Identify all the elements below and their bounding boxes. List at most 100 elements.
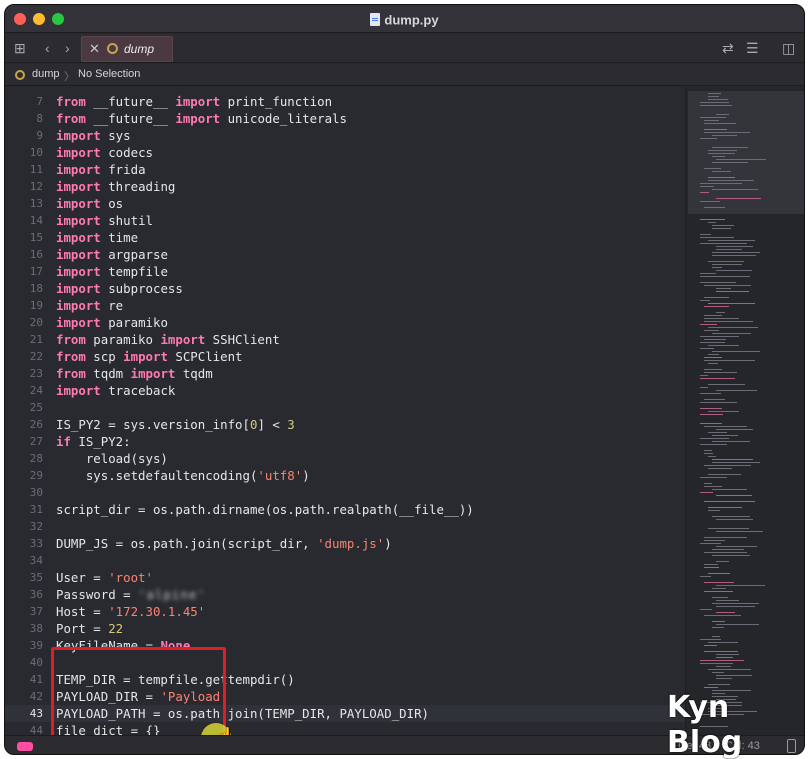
code-line[interactable]: import threading <box>56 178 175 195</box>
line-number: 40 <box>29 656 43 669</box>
minimap-line <box>700 138 717 139</box>
minimap-line <box>716 291 749 292</box>
code-line[interactable]: import argparse <box>56 246 168 263</box>
code-line[interactable]: Host = '172.30.1.45' <box>56 603 205 620</box>
split-editor-icon[interactable]: ◫ <box>782 40 795 56</box>
minimap-line <box>700 342 725 343</box>
minimap-viewport[interactable] <box>688 91 804 214</box>
code-token: import <box>56 162 101 177</box>
code-line[interactable]: DUMP_JS = os.path.join(script_dir, 'dump… <box>56 535 392 552</box>
minimap[interactable] <box>685 87 804 735</box>
code-token: argparse <box>100 247 168 262</box>
code-token: SSHClient <box>205 332 280 347</box>
code-line[interactable]: sys.setdefaultencoding('utf8') <box>56 467 310 484</box>
line-number: 11 <box>29 163 43 176</box>
code-line[interactable]: script_dir = os.path.dirname(os.path.rea… <box>56 501 474 518</box>
code-line[interactable]: from scp import SCPClient <box>56 348 243 365</box>
minimap-line <box>700 276 750 277</box>
code-token: import <box>56 145 101 160</box>
code-line[interactable]: import subprocess <box>56 280 183 297</box>
code-line[interactable]: import tempfile <box>56 263 168 280</box>
code-line[interactable]: import time <box>56 229 138 246</box>
editor-options-icon[interactable]: ☰ <box>746 40 759 56</box>
code-token: import <box>56 196 101 211</box>
minimap-line <box>700 282 736 283</box>
code-token: tqdm <box>175 366 213 381</box>
breakpoint-toggle-icon[interactable] <box>17 742 33 751</box>
code-line[interactable]: import shutil <box>56 212 153 229</box>
minimap-line <box>708 93 721 94</box>
jumpbar-selection[interactable]: No Selection <box>78 68 140 80</box>
code-line[interactable]: IS_PY2 = sys.version_info[0] < 3 <box>56 416 295 433</box>
code-token: shutil <box>100 213 153 228</box>
line-number: 32 <box>29 520 43 533</box>
code-token: from <box>56 349 86 364</box>
line-number: 44 <box>29 724 43 735</box>
code-line[interactable]: import codecs <box>56 144 153 161</box>
grid-icon[interactable]: ⊞ <box>14 40 26 56</box>
minimap-line <box>716 270 752 271</box>
minimap-line <box>708 507 742 508</box>
code-line[interactable]: import os <box>56 195 123 212</box>
code-line[interactable]: import traceback <box>56 382 175 399</box>
minimap-line <box>708 528 749 529</box>
code-line[interactable]: from __future__ import unicode_literals <box>56 110 347 127</box>
minimap-line <box>716 312 725 313</box>
tab-dump[interactable]: ✕ dump <box>81 36 173 62</box>
code-token: import <box>130 366 176 381</box>
code-line[interactable]: import frida <box>56 161 146 178</box>
minimap-line <box>708 411 739 412</box>
minimap-line <box>704 645 717 646</box>
code-line[interactable]: Port = 22 <box>56 620 123 637</box>
close-tab-icon[interactable]: ✕ <box>89 41 100 57</box>
code-token: Port = <box>56 621 109 636</box>
code-token: 'root' <box>108 570 153 585</box>
minimap-line <box>700 237 734 238</box>
minimap-line <box>708 642 738 643</box>
code-line[interactable]: import re <box>56 297 123 314</box>
code-token: print_function <box>220 94 333 109</box>
minimap-line <box>708 510 720 511</box>
minimap-line <box>704 360 755 361</box>
code-token: tqdm <box>85 366 131 381</box>
swap-icon[interactable]: ⇄ <box>722 40 734 56</box>
line-number: 10 <box>29 146 43 159</box>
code-token: time <box>100 230 139 245</box>
minimap-line <box>712 462 760 463</box>
line-number: 19 <box>29 299 43 312</box>
minimap-line <box>716 675 752 676</box>
minimap-line <box>708 222 716 223</box>
line-number: 23 <box>29 367 43 380</box>
minimap-line <box>708 363 718 364</box>
back-chevron-icon[interactable]: ‹ <box>45 40 50 56</box>
minimap-line <box>704 450 712 451</box>
code-line[interactable]: from paramiko import SSHClient <box>56 331 280 348</box>
line-number: 21 <box>29 333 43 346</box>
title-bar: dump.py <box>5 5 804 33</box>
code-line[interactable]: User = 'root' <box>56 569 153 586</box>
code-line[interactable]: Password = 'alpine' <box>56 586 206 603</box>
minimap-line <box>712 588 726 589</box>
minimap-line <box>700 348 714 349</box>
code-line[interactable]: import sys <box>56 127 131 144</box>
code-line[interactable]: import paramiko <box>56 314 168 331</box>
code-line[interactable]: from tqdm import tqdm <box>56 365 213 382</box>
code-line[interactable]: if IS_PY2: <box>56 433 131 450</box>
xcode-window: dump.py ⊞ ‹ › ✕ dump ⇄ ☰ ◫ dump 〉 No Sel… <box>4 4 805 755</box>
jumpbar-file[interactable]: dump <box>32 68 60 80</box>
minimap-line <box>700 609 712 610</box>
code-line[interactable]: from __future__ import print_function <box>56 93 332 110</box>
minimap-line <box>704 123 736 124</box>
minimap-line <box>704 120 719 121</box>
code-token: import <box>160 332 206 347</box>
minimap-line <box>704 330 719 331</box>
minimap-line <box>708 261 744 262</box>
code-editor[interactable]: 7 from __future__ import print_function 8 f… <box>5 87 685 735</box>
minimap-line <box>716 585 765 586</box>
line-number: 42 <box>29 690 43 703</box>
forward-chevron-icon[interactable]: › <box>65 40 70 56</box>
minimap-line <box>700 444 727 445</box>
code-token: scp <box>85 349 124 364</box>
python-file-icon <box>15 70 25 80</box>
code-line[interactable]: reload(sys) <box>56 450 168 467</box>
